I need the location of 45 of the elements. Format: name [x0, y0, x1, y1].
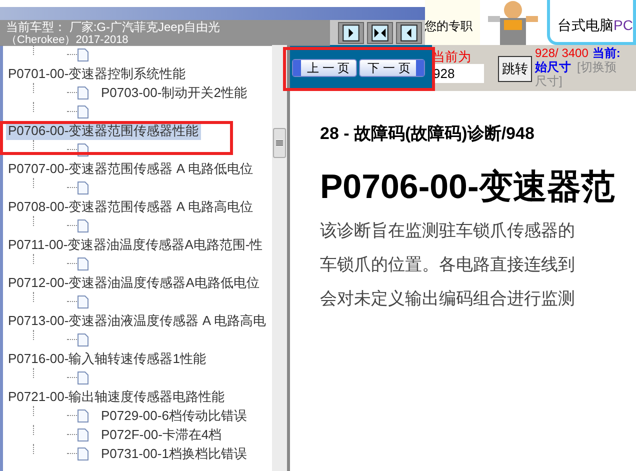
document-icon [77, 332, 89, 346]
scrollbar[interactable] [272, 45, 287, 471]
promo-bubble-text: 台式电脑PC [558, 17, 633, 33]
tree-item[interactable]: P0713-00-变速器油液温度传感器 A 电路高电 [6, 310, 268, 330]
tree-item[interactable]: P0711-00-变速器油温度传感器A电路范围-性 [6, 234, 265, 254]
document-icon [77, 256, 89, 270]
document-icon [77, 408, 89, 422]
vehicle-model-years: （Cherokee）2017-2018 [6, 34, 130, 47]
current-size-label: 当前: [592, 46, 620, 60]
page-header: 28 - 故障码(故障码)诊断/948 [320, 123, 536, 145]
document-icon [77, 294, 89, 308]
document-icon [77, 180, 89, 194]
grip-icon [276, 140, 283, 146]
document-icon [77, 428, 89, 442]
page-count-text: 928/ 3400 [535, 46, 588, 60]
tree-item[interactable]: P0708-00-变速器范围传感器 A 电路高电位 [6, 196, 255, 216]
tree-item[interactable]: P072F-00-卡滞在4档 [101, 424, 222, 444]
tree-item[interactable]: P0716-00-输入轴转速传感器1性能 [6, 348, 208, 368]
view-toggle-button[interactable] [366, 22, 393, 44]
body-text: 会对未定义输出编码组合进行监测 [320, 288, 576, 310]
document-icon [77, 218, 89, 232]
original-size-link[interactable]: 始尺寸 [535, 60, 571, 74]
view-toggle-button[interactable] [396, 22, 422, 44]
previous-page-button[interactable]: 上 一 页 [292, 59, 357, 77]
body-text: 车锁爪的位置。各电路直接连线到 [320, 254, 576, 276]
next-page-button[interactable]: 下 一 页 [358, 59, 426, 77]
document-title: P0706-00-变速器范 [320, 166, 616, 206]
view-toggle-button[interactable] [338, 22, 364, 44]
tree-item[interactable]: P0701-00-变速器控制系统性能 [6, 64, 188, 84]
document-icon [77, 446, 89, 460]
tree-item[interactable]: P0731-00-1档换档比错误 [101, 444, 247, 464]
document-icon [77, 104, 89, 118]
tree-item[interactable]: P0721-00-输出轴速度传感器电路性能 [6, 386, 227, 406]
body-text: 该诊断旨在监测驻车锁爪传感器的 [320, 220, 576, 242]
scrollbar-thumb[interactable] [273, 128, 286, 158]
tree-item[interactable]: P0703-00-制动开关2性能 [101, 82, 247, 102]
tree-item[interactable]: P0729-00-6档传动比错误 [101, 406, 247, 426]
jump-button[interactable]: 跳转 [498, 56, 532, 82]
document-icon [77, 86, 89, 100]
tree-item[interactable]: P0712-00-变速器油温度传感器A电路低电位 [6, 272, 262, 292]
document-icon [77, 48, 89, 62]
tree-item[interactable]: P0707-00-变速器范围传感器 A 电路低电位 [6, 158, 255, 178]
document-icon [77, 370, 89, 384]
promo-text: 您的专职 [424, 18, 473, 35]
vehicle-model-text: 当前车型： 厂家:G-广汽菲克Jeep自由光 [6, 21, 222, 34]
